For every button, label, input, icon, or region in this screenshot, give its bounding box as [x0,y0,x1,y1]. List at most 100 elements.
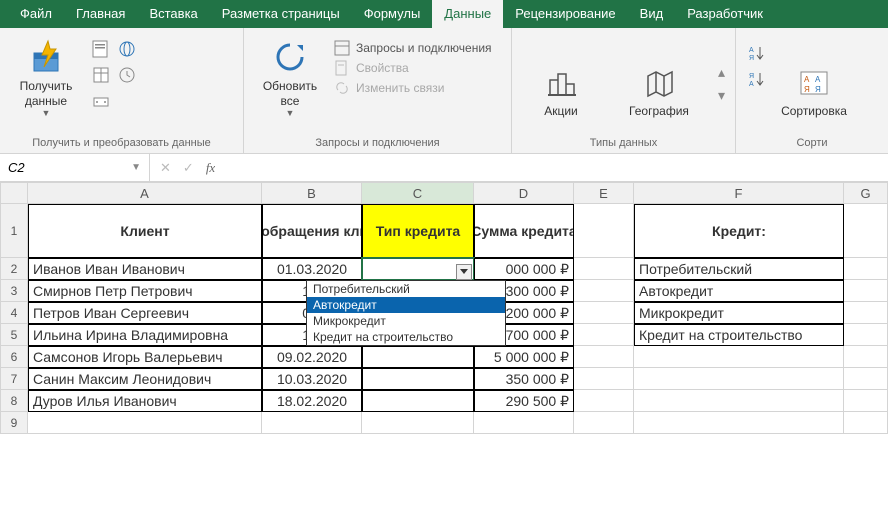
col-header-g[interactable]: G [844,182,888,204]
cell[interactable] [574,324,634,346]
name-box-input[interactable] [8,160,88,175]
cell[interactable] [574,368,634,390]
row-header[interactable]: 2 [0,258,28,280]
cell[interactable] [574,258,634,280]
cell-type[interactable] [362,390,474,412]
get-data-button[interactable]: Получить данные ▼ [10,32,82,120]
cell-type[interactable] [362,346,474,368]
row-header[interactable]: 5 [0,324,28,346]
cell-client[interactable]: Смирнов Петр Петрович [28,280,262,302]
col-header-a[interactable]: A [28,182,262,204]
tab-главная[interactable]: Главная [64,0,137,28]
queries-connections-button[interactable]: Запросы и подключения [334,40,492,56]
cell[interactable] [844,280,888,302]
dropdown-item[interactable]: Микрокредит [307,313,505,329]
row-header[interactable]: 3 [0,280,28,302]
cell-sum[interactable]: 350 000 ₽ [474,368,574,390]
col-header-d[interactable]: D [474,182,574,204]
recent-sources-icon[interactable] [116,64,138,86]
cell-type[interactable] [362,368,474,390]
cell-client[interactable]: Самсонов Игорь Валерьевич [28,346,262,368]
tab-данные[interactable]: Данные [432,0,503,28]
cell[interactable] [262,412,362,434]
header-date[interactable]: Дата обращения клиента [262,204,362,258]
tab-формулы[interactable]: Формулы [352,0,433,28]
cell-client[interactable]: Иванов Иван Иванович [28,258,262,280]
cell-date[interactable]: 18.02.2020 [262,390,362,412]
cell[interactable] [474,412,574,434]
dropdown-item[interactable]: Кредит на строительство [307,329,505,345]
from-table-icon[interactable] [90,64,112,86]
cell-client[interactable]: Ильина Ирина Владимировна [28,324,262,346]
sort-desc-button[interactable]: ЯA [746,68,768,90]
col-header-f[interactable]: F [634,182,844,204]
col-header-b[interactable]: B [262,182,362,204]
header-sum[interactable]: Сумма кредита [474,204,574,258]
cell-date[interactable]: 09.02.2020 [262,346,362,368]
refresh-all-button[interactable]: Обновить все ▼ [254,32,326,120]
cell[interactable] [634,346,844,368]
tab-разметка страницы[interactable]: Разметка страницы [210,0,352,28]
cell[interactable] [634,368,844,390]
cell[interactable] [362,412,474,434]
tab-рецензирование[interactable]: Рецензирование [503,0,627,28]
chevron-down-icon[interactable]: ▾ [718,87,725,104]
name-box[interactable]: ▼ [0,154,150,181]
cancel-icon[interactable]: ✕ [160,160,171,176]
cell[interactable] [844,346,888,368]
dropdown-item[interactable]: Потребительский [307,281,505,297]
credit-list-item[interactable]: Микрокредит [634,302,844,324]
cell-date[interactable]: 10.03.2020 [262,368,362,390]
row-header[interactable]: 1 [0,204,28,258]
tab-файл[interactable]: Файл [8,0,64,28]
select-all-corner[interactable] [0,182,28,204]
sort-button[interactable]: АЯАЯ Сортировка [774,32,854,120]
row-header[interactable]: 7 [0,368,28,390]
enter-icon[interactable]: ✓ [183,160,194,176]
cell[interactable] [574,346,634,368]
tab-вставка[interactable]: Вставка [137,0,209,28]
cell-client[interactable]: Дуров Илья Иванович [28,390,262,412]
from-web-icon[interactable] [116,38,138,60]
cell[interactable] [844,258,888,280]
formula-input[interactable] [225,154,888,181]
cell[interactable] [574,390,634,412]
dropdown-item[interactable]: Автокредит [307,297,505,313]
cell[interactable] [634,390,844,412]
col-header-c[interactable]: C [362,182,474,204]
cell[interactable] [574,280,634,302]
cell[interactable] [574,204,634,258]
stocks-button[interactable]: Акции [522,32,600,120]
cell-client[interactable]: Петров Иван Сергеевич [28,302,262,324]
sort-asc-button[interactable]: AЯ [746,42,768,64]
credit-list-item[interactable]: Потребительский [634,258,844,280]
row-header[interactable]: 4 [0,302,28,324]
cell[interactable] [844,324,888,346]
header-type[interactable]: Тип кредита [362,204,474,258]
from-text-icon[interactable] [90,38,112,60]
col-header-e[interactable]: E [574,182,634,204]
credit-list-item[interactable]: Автокредит [634,280,844,302]
chevron-up-icon[interactable]: ▴ [718,64,725,81]
data-validation-dropdown-button[interactable] [456,264,472,280]
cell[interactable] [844,390,888,412]
header-credit[interactable]: Кредит: [634,204,844,258]
row-header[interactable]: 8 [0,390,28,412]
tab-разработчик[interactable]: Разработчик [675,0,775,28]
header-client[interactable]: Клиент [28,204,262,258]
existing-conn-icon[interactable] [90,90,112,112]
cell[interactable] [634,412,844,434]
cell-client[interactable]: Санин Максим Леонидович [28,368,262,390]
cell[interactable] [574,302,634,324]
fx-icon[interactable]: fx [206,160,215,176]
geography-button[interactable]: География [620,32,698,120]
cell[interactable] [844,302,888,324]
credit-list-item[interactable]: Кредит на строительство [634,324,844,346]
cell-sum[interactable]: 5 000 000 ₽ [474,346,574,368]
cell-sum[interactable]: 000 000 ₽ [474,258,574,280]
tab-вид[interactable]: Вид [628,0,676,28]
cell[interactable] [844,368,888,390]
cell[interactable] [844,412,888,434]
cell-sum[interactable]: 290 500 ₽ [474,390,574,412]
row-header[interactable]: 6 [0,346,28,368]
